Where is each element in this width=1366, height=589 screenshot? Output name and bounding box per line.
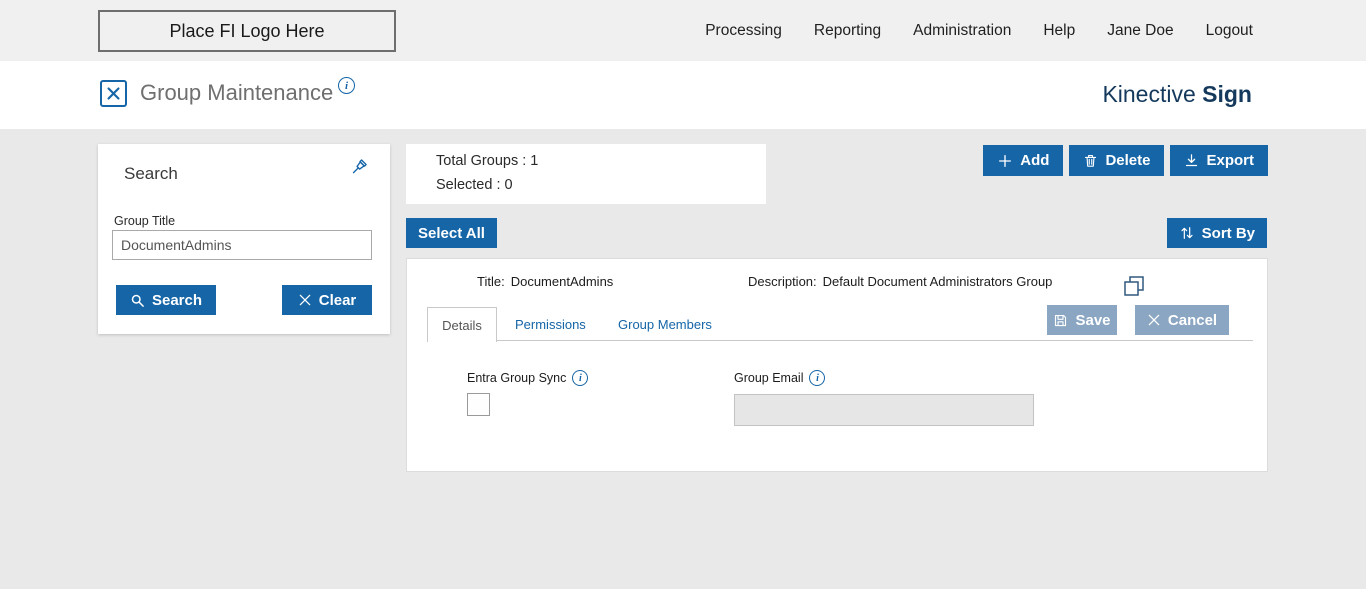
- pin-icon[interactable]: [348, 158, 370, 180]
- group-description-row: Description: Default Document Administrat…: [748, 274, 1052, 289]
- total-groups-count: Total Groups : 1: [436, 153, 539, 169]
- maintenance-icon: [100, 80, 127, 107]
- search-panel-title: Search: [124, 164, 178, 183]
- select-all-label: Select All: [418, 224, 485, 242]
- tab-bar: Details Permissions Group Members: [427, 307, 1253, 342]
- save-button-label: Save: [1075, 311, 1111, 329]
- summary-box: Total Groups : 1 Selected : 0: [406, 144, 766, 204]
- tab-permissions[interactable]: Permissions: [515, 307, 586, 341]
- group-description-value: Default Document Administrators Group: [822, 274, 1053, 289]
- export-button[interactable]: Export: [1170, 145, 1268, 176]
- delete-button-label: Delete: [1105, 152, 1151, 169]
- group-title-input[interactable]: [112, 230, 372, 260]
- header-bar: Group Maintenance i Kinective Sign: [0, 61, 1366, 129]
- nav-reporting[interactable]: Reporting: [814, 22, 881, 40]
- nav-administration[interactable]: Administration: [913, 22, 1011, 40]
- brand-product: Sign: [1202, 81, 1252, 107]
- search-icon: [130, 293, 145, 308]
- select-all-button[interactable]: Select All: [406, 218, 497, 248]
- trash-icon: [1083, 153, 1098, 168]
- nav-help[interactable]: Help: [1043, 22, 1075, 40]
- sort-icon: [1179, 225, 1195, 241]
- nav-processing[interactable]: Processing: [705, 22, 782, 40]
- top-bar: Place FI Logo Here Processing Reporting …: [0, 0, 1366, 61]
- page-title-info-icon[interactable]: i: [338, 77, 355, 94]
- tab-details[interactable]: Details: [427, 307, 497, 342]
- entra-group-sync-label: Entra Group Sync i: [467, 370, 589, 386]
- page-title: Group Maintenance: [140, 80, 334, 105]
- group-email-label-text: Group Email: [734, 371, 804, 385]
- clear-icon: [298, 293, 312, 307]
- download-icon: [1184, 153, 1199, 168]
- group-title-label: Group Title: [114, 214, 176, 228]
- cancel-icon: [1147, 313, 1161, 327]
- group-title-value: DocumentAdmins: [510, 274, 614, 289]
- top-navigation: Processing Reporting Administration Help…: [705, 0, 1253, 61]
- entra-group-sync-checkbox[interactable]: [467, 393, 490, 416]
- group-email-info-icon[interactable]: i: [809, 370, 826, 386]
- tab-group-members[interactable]: Group Members: [618, 307, 712, 341]
- search-button-label: Search: [151, 291, 203, 309]
- save-button[interactable]: Save: [1047, 305, 1117, 335]
- brand-name: Kinective: [1102, 81, 1196, 107]
- export-button-label: Export: [1206, 152, 1254, 169]
- selected-count: Selected : 0: [436, 177, 513, 193]
- clear-button[interactable]: Clear: [282, 285, 372, 315]
- nav-logout[interactable]: Logout: [1206, 22, 1253, 40]
- add-button[interactable]: Add: [983, 145, 1064, 176]
- group-actions: Add Delete Export: [983, 145, 1268, 176]
- entra-info-icon[interactable]: i: [572, 370, 589, 386]
- content-area: Search Group Title Search: [0, 129, 1366, 589]
- group-email-input[interactable]: [734, 394, 1034, 426]
- search-panel: Search Group Title Search: [98, 144, 390, 334]
- group-description-field-label: Description:: [748, 274, 817, 289]
- entra-group-sync-label-text: Entra Group Sync: [467, 371, 567, 385]
- save-icon: [1053, 313, 1068, 328]
- delete-button[interactable]: Delete: [1069, 145, 1165, 176]
- add-button-label: Add: [1020, 152, 1050, 169]
- sort-by-label: Sort By: [1201, 224, 1255, 242]
- search-button[interactable]: Search: [116, 285, 216, 315]
- nav-user-jane-doe[interactable]: Jane Doe: [1107, 22, 1173, 40]
- fi-logo-placeholder: Place FI Logo Here: [98, 10, 396, 52]
- clear-button-label: Clear: [318, 291, 357, 309]
- cancel-button-label: Cancel: [1167, 311, 1218, 329]
- sort-by-button[interactable]: Sort By: [1166, 218, 1267, 248]
- group-title-field-label: Title:: [477, 274, 505, 289]
- brand-logo: Kinective Sign: [1102, 81, 1252, 108]
- cancel-button[interactable]: Cancel: [1135, 305, 1229, 335]
- group-title-row: Title: DocumentAdmins: [477, 274, 613, 289]
- copy-icon[interactable]: [1121, 273, 1147, 299]
- group-card: Title: DocumentAdmins Description: Default…: [406, 258, 1268, 472]
- group-email-label: Group Email i: [734, 370, 826, 386]
- plus-icon: [997, 153, 1013, 169]
